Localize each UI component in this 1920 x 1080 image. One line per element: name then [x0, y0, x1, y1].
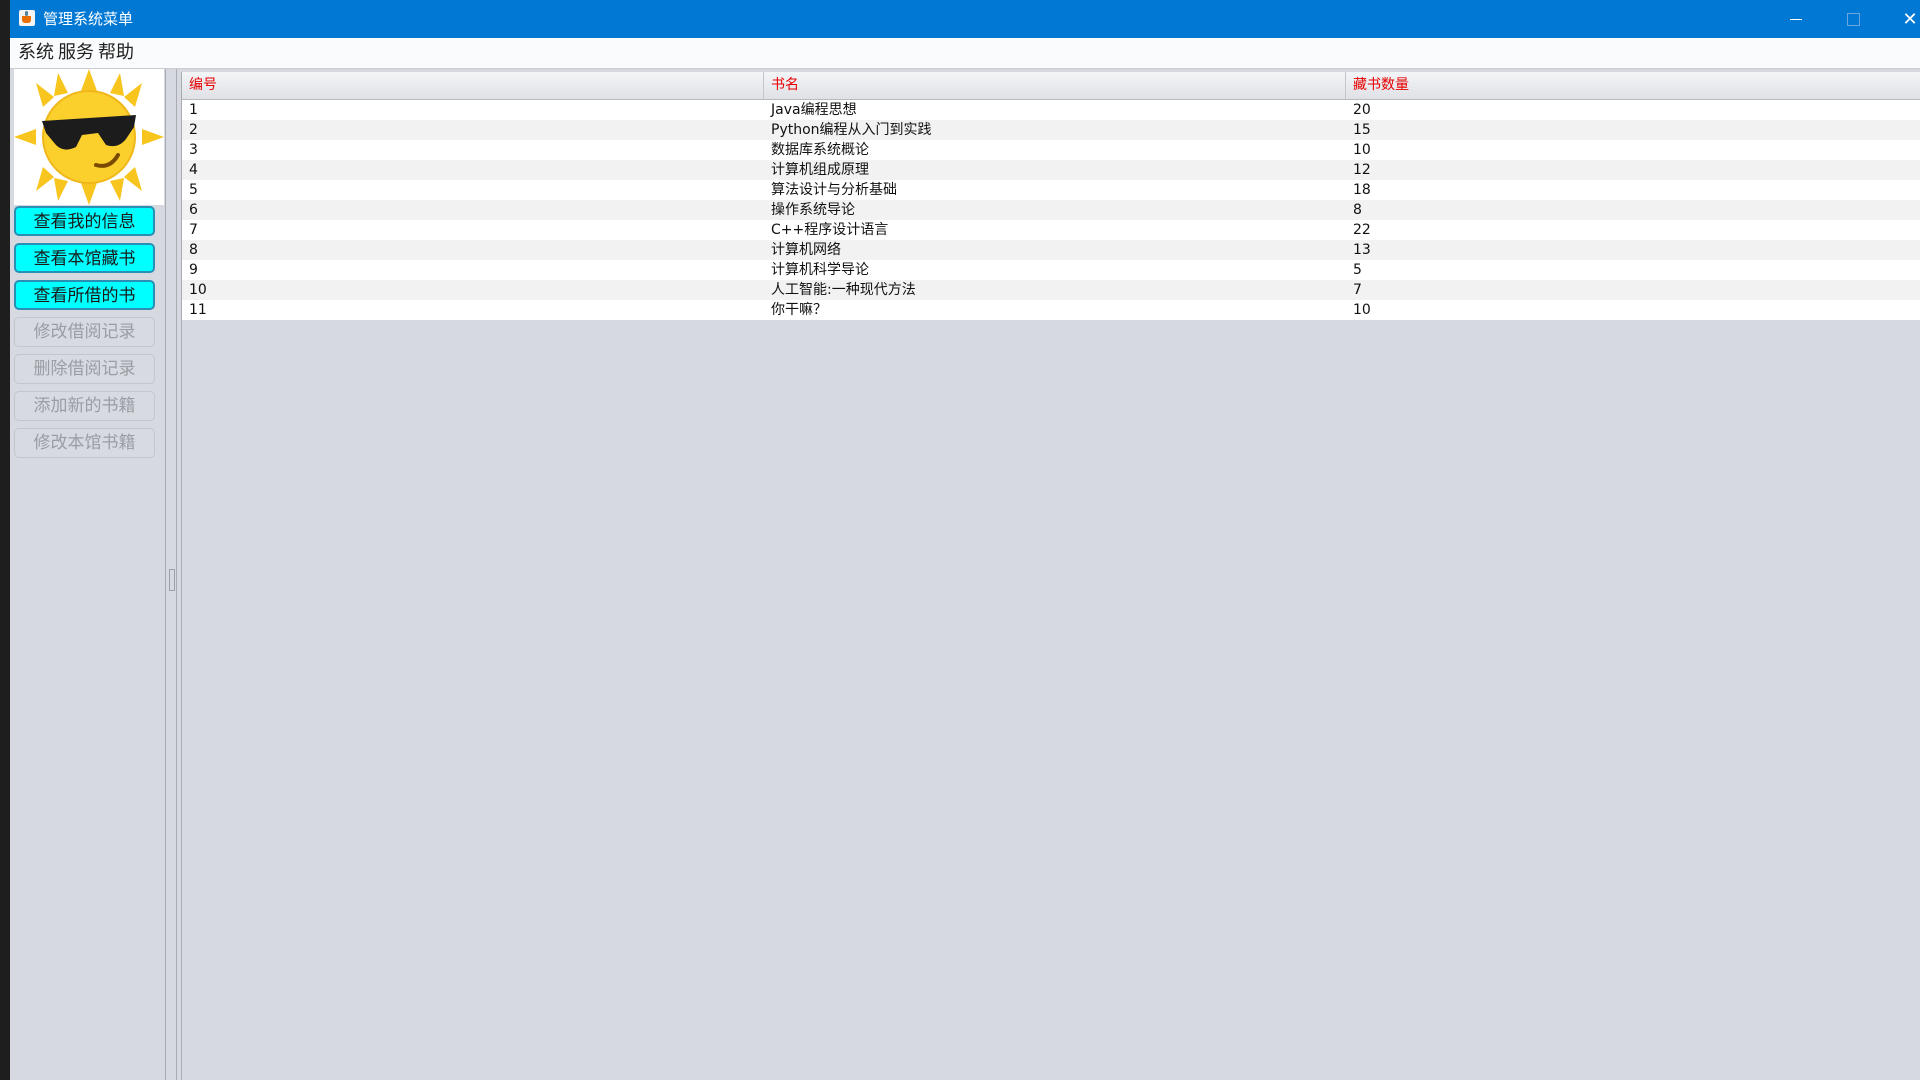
- cell-title: 你干嘛？: [771, 302, 827, 318]
- view-borrowed-books-button[interactable]: 查看所借的书: [14, 280, 155, 310]
- cell-quantity: 22: [1353, 222, 1371, 238]
- cell-title: 人工智能:一种现代方法: [771, 282, 916, 298]
- table-row[interactable]: 5 算法设计与分析基础 18: [182, 180, 1920, 200]
- maximize-icon: [1846, 12, 1860, 26]
- cell-title: 数据库系统概论: [771, 142, 869, 158]
- cell-id: 1: [189, 102, 198, 118]
- edit-borrow-record-button[interactable]: 修改借阅记录: [14, 317, 155, 347]
- menu-service[interactable]: 服务: [58, 42, 94, 64]
- cell-quantity: 7: [1353, 282, 1362, 298]
- cell-title: Java编程思想: [771, 102, 857, 118]
- cell-quantity: 18: [1353, 182, 1371, 198]
- split-pane-divider[interactable]: [166, 69, 177, 1080]
- java-cup-icon: [19, 10, 35, 26]
- minimize-button[interactable]: [1768, 0, 1824, 38]
- menu-bar: 系统 服务 帮助: [10, 38, 1920, 69]
- menu-system[interactable]: 系统: [18, 42, 54, 64]
- table-row[interactable]: 9 计算机科学导论 5: [182, 260, 1920, 280]
- cell-id: 10: [189, 282, 207, 298]
- cell-id: 6: [189, 202, 198, 218]
- maximize-button[interactable]: [1825, 0, 1881, 38]
- cell-id: 7: [189, 222, 198, 238]
- sidebar: 查看我的信息 查看本馆藏书 查看所借的书 修改借阅记录 删除借阅记录 添加新的书…: [10, 69, 166, 1080]
- sun-sunglasses-avatar: [14, 69, 164, 205]
- add-book-button[interactable]: 添加新的书籍: [14, 391, 155, 421]
- view-my-info-button[interactable]: 查看我的信息: [14, 206, 155, 236]
- table-row[interactable]: 1 Java编程思想 20: [182, 100, 1920, 120]
- app-window: 管理系统菜单 ✕ 系统 服务 帮助 查看我的信息 查看本馆藏书 查看所借的书 修…: [10, 0, 1920, 1080]
- cell-id: 5: [189, 182, 198, 198]
- table-row[interactable]: 3 数据库系统概论 10: [182, 140, 1920, 160]
- cell-quantity: 20: [1353, 102, 1371, 118]
- cell-title: 计算机网络: [771, 242, 841, 258]
- cell-id: 8: [189, 242, 198, 258]
- edit-library-book-button[interactable]: 修改本馆书籍: [14, 428, 155, 458]
- books-table: 编号 书名 藏书数量 1 Java编程思想 20 2 Python编程从入门到实…: [181, 72, 1920, 1080]
- table-row[interactable]: 7 C++程序设计语言 22: [182, 220, 1920, 240]
- close-button[interactable]: ✕: [1882, 0, 1920, 38]
- cell-quantity: 15: [1353, 122, 1371, 138]
- cell-quantity: 12: [1353, 162, 1371, 178]
- cell-title: 计算机科学导论: [771, 262, 869, 278]
- menu-help[interactable]: 帮助: [98, 42, 134, 64]
- cell-id: 11: [189, 302, 207, 318]
- cell-quantity: 13: [1353, 242, 1371, 258]
- cell-quantity: 10: [1353, 142, 1371, 158]
- cell-title: Python编程从入门到实践: [771, 122, 932, 138]
- cell-title: C++程序设计语言: [771, 222, 889, 238]
- cell-id: 9: [189, 262, 198, 278]
- cell-title: 操作系统导论: [771, 202, 855, 218]
- table-row[interactable]: 6 操作系统导论 8: [182, 200, 1920, 220]
- cell-id: 3: [189, 142, 198, 158]
- cell-quantity: 8: [1353, 202, 1362, 218]
- cell-quantity: 10: [1353, 302, 1371, 318]
- table-row[interactable]: 10 人工智能:一种现代方法 7: [182, 280, 1920, 300]
- table-row[interactable]: 11 你干嘛？ 10: [182, 300, 1920, 320]
- minimize-icon: [1790, 18, 1802, 20]
- delete-borrow-record-button[interactable]: 删除借阅记录: [14, 354, 155, 384]
- grip-icon: [169, 569, 175, 591]
- view-library-books-button[interactable]: 查看本馆藏书: [14, 243, 155, 273]
- column-header-title[interactable]: 书名: [764, 72, 1346, 99]
- table-row[interactable]: 2 Python编程从入门到实践 15: [182, 120, 1920, 140]
- title-bar[interactable]: 管理系统菜单 ✕: [10, 0, 1920, 38]
- cell-id: 4: [189, 162, 198, 178]
- cell-quantity: 5: [1353, 262, 1362, 278]
- close-icon: ✕: [1902, 8, 1918, 30]
- table-header: 编号 书名 藏书数量: [182, 72, 1920, 100]
- cell-title: 计算机组成原理: [771, 162, 869, 178]
- column-header-id[interactable]: 编号: [182, 72, 764, 99]
- column-header-quantity[interactable]: 藏书数量: [1346, 72, 1920, 99]
- table-row[interactable]: 8 计算机网络 13: [182, 240, 1920, 260]
- cell-title: 算法设计与分析基础: [771, 182, 897, 198]
- window-title: 管理系统菜单: [43, 10, 134, 28]
- table-row[interactable]: 4 计算机组成原理 12: [182, 160, 1920, 180]
- cell-id: 2: [189, 122, 198, 138]
